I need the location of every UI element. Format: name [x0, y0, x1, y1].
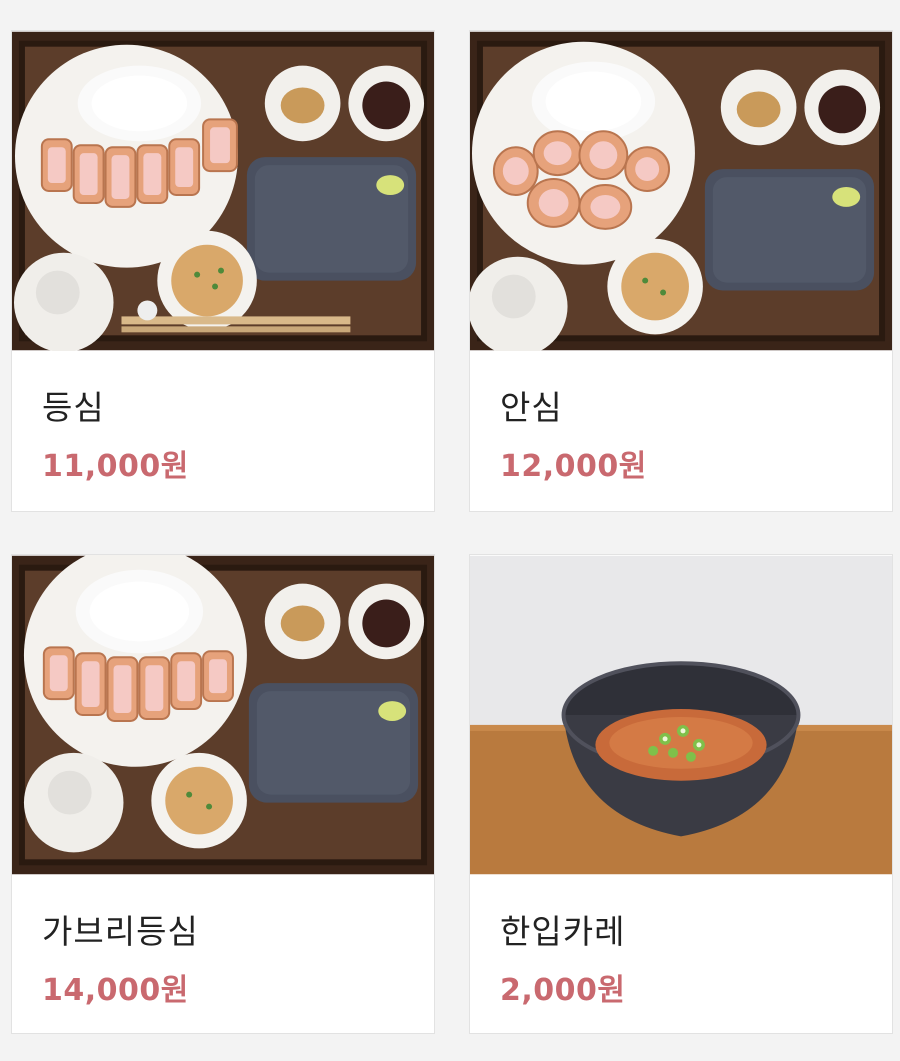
menu-item-price: 11,000원 — [42, 449, 189, 484]
tonkatsu-set-tenderloin-photo — [470, 31, 892, 351]
tonkatsu-set-loin-photo — [12, 31, 434, 351]
menu-item-price: 12,000원 — [500, 449, 647, 484]
menu-grid: 등심 11,000원 안심 12,000원 가브리등심 14,000원 한입카레… — [0, 0, 900, 1061]
menu-item-name: 안심 — [500, 388, 563, 427]
menu-item-name: 가브리등심 — [42, 912, 199, 951]
menu-card-tenderloin[interactable]: 안심 12,000원 — [469, 30, 893, 512]
menu-card-loin[interactable]: 등심 11,000원 — [11, 30, 435, 512]
menu-item-price: 2,000원 — [500, 973, 626, 1008]
menu-card-curry[interactable]: 한입카레 2,000원 — [469, 554, 893, 1034]
menu-item-price: 14,000원 — [42, 973, 189, 1008]
menu-item-name: 등심 — [42, 388, 105, 427]
curry-bowl-photo — [470, 555, 892, 875]
tonkatsu-set-gabri-loin-photo — [12, 555, 434, 875]
menu-item-name: 한입카레 — [500, 912, 626, 951]
menu-card-gabri-loin[interactable]: 가브리등심 14,000원 — [11, 554, 435, 1034]
